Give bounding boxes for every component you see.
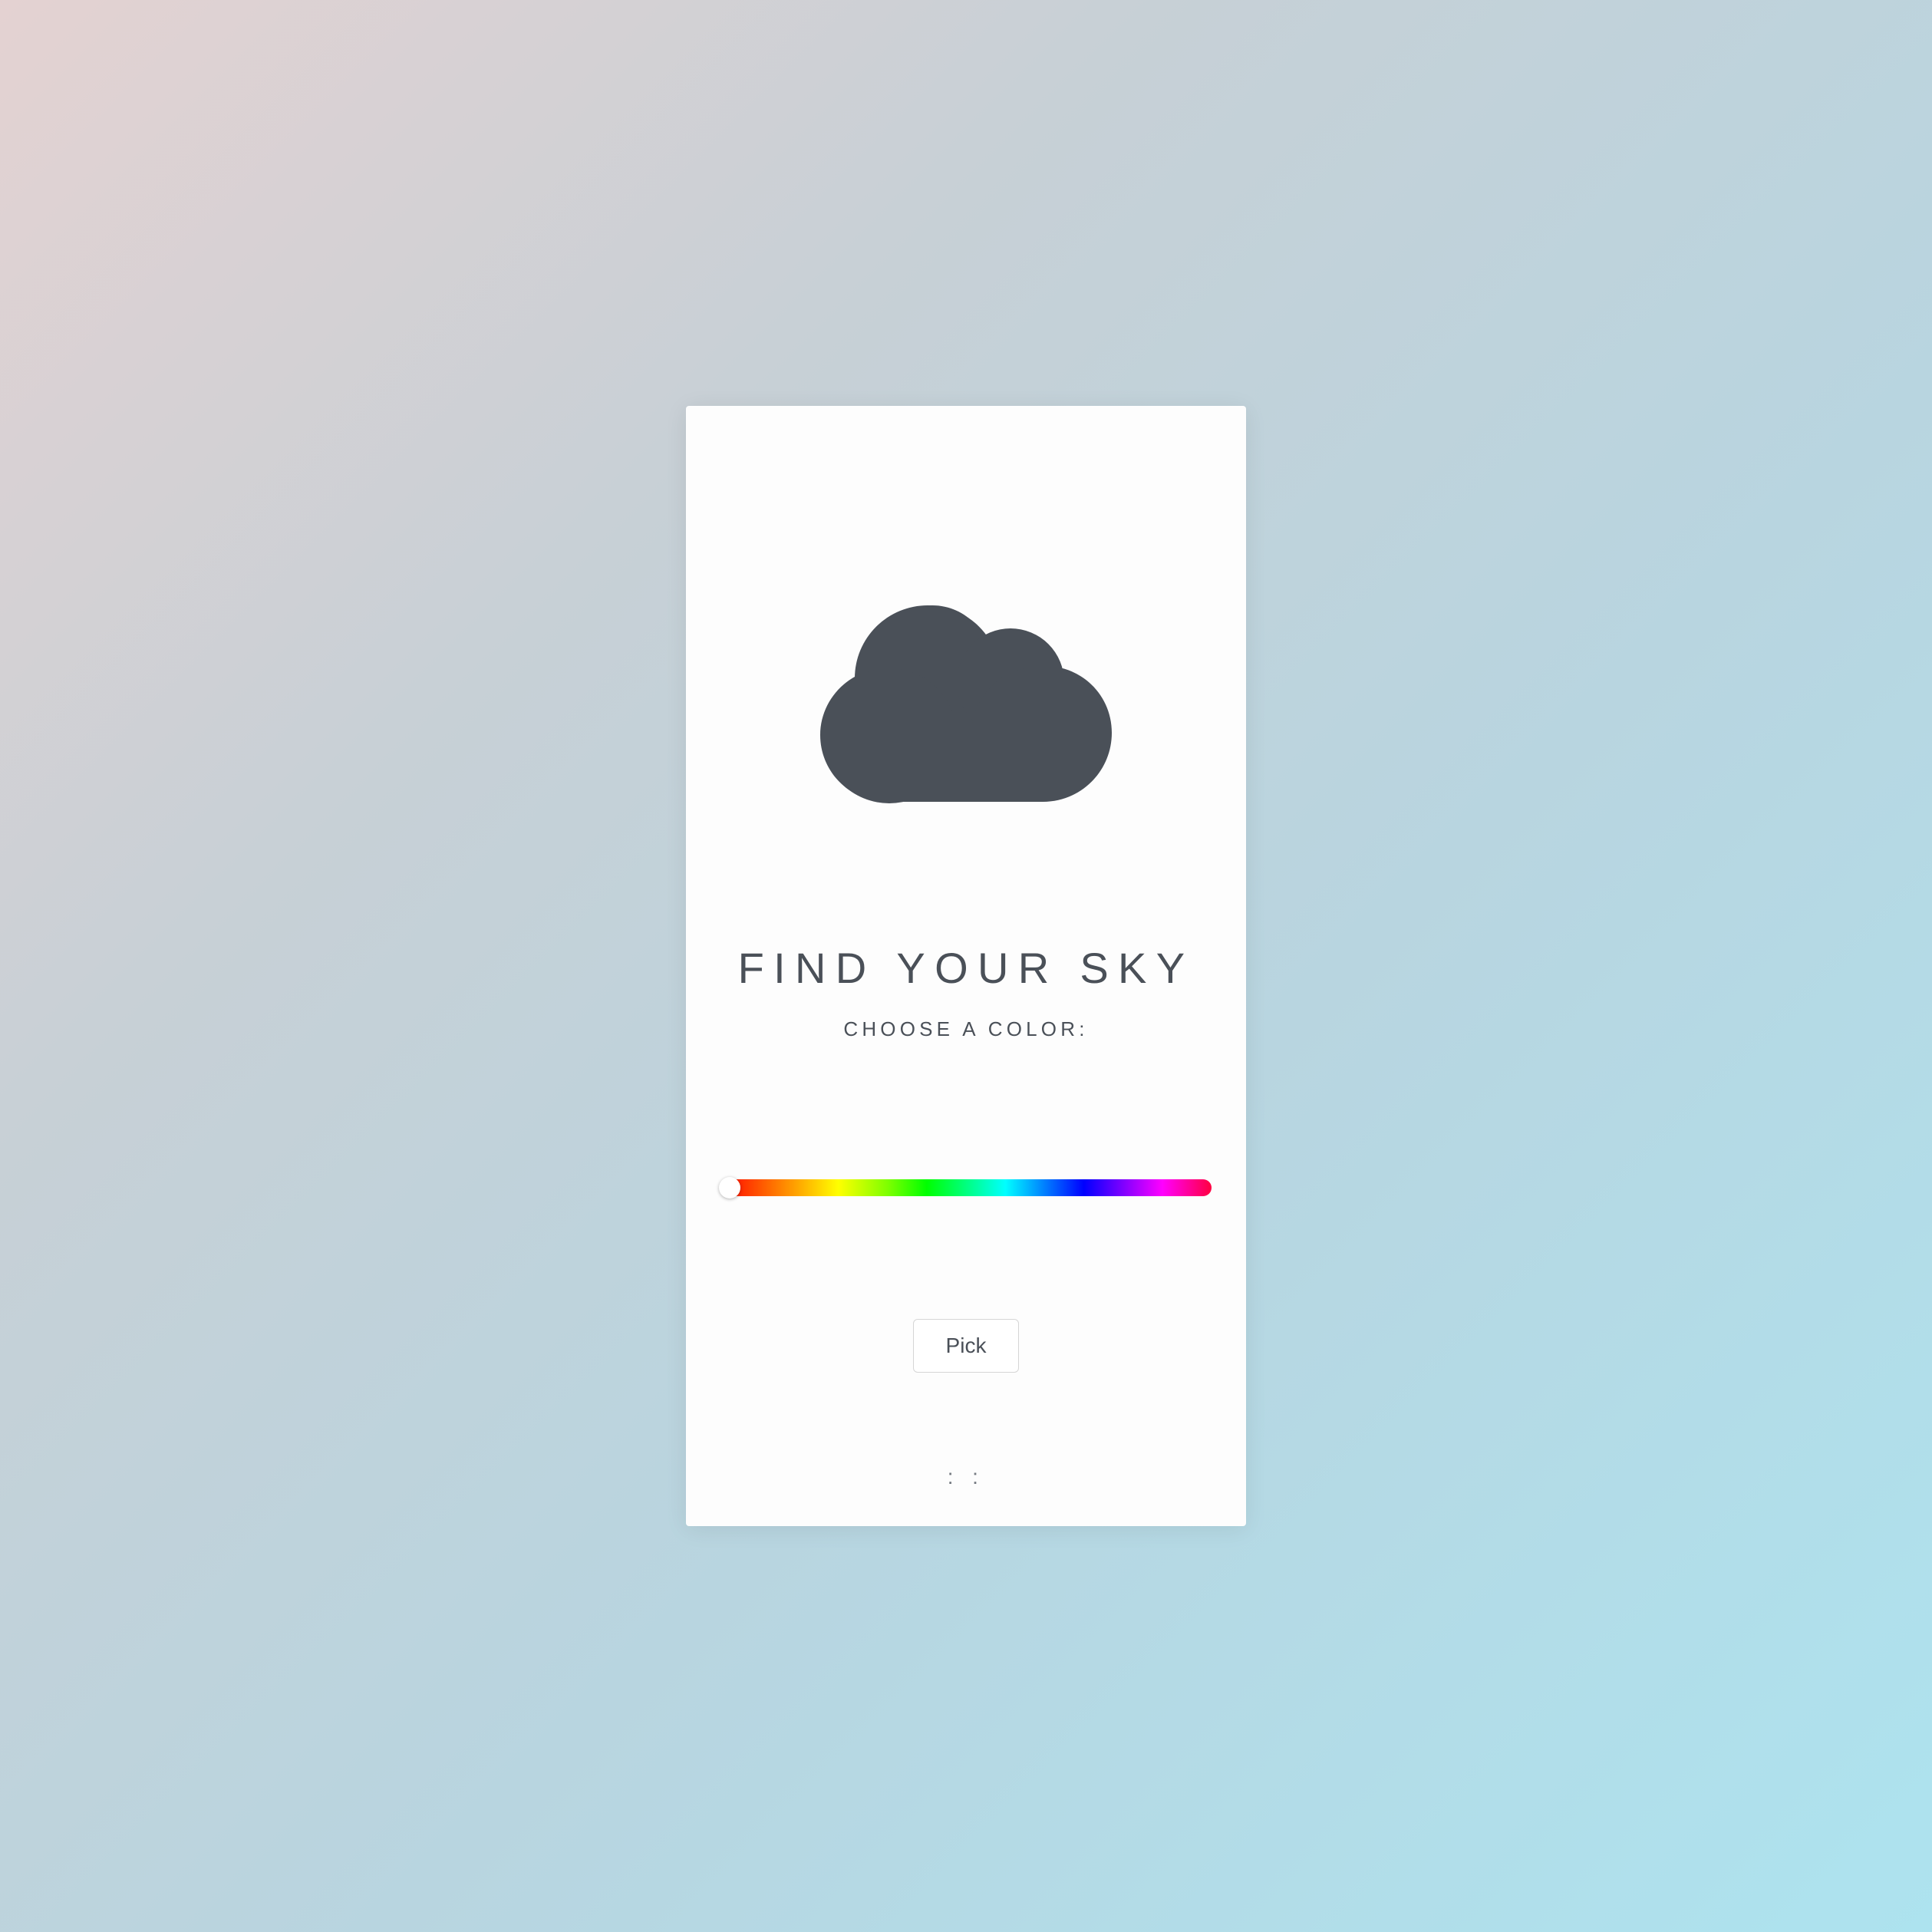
cloud-icon: [820, 605, 1112, 805]
hue-slider[interactable]: [720, 1179, 1212, 1196]
card-title: FIND YOUR SKY: [738, 943, 1195, 993]
color-picker-card: FIND YOUR SKY CHOOSE A COLOR: Pick : :: [686, 406, 1246, 1526]
footer-marker: : :: [948, 1465, 985, 1489]
hue-slider-track: [720, 1179, 1212, 1196]
pick-button[interactable]: Pick: [913, 1319, 1020, 1373]
card-subtitle: CHOOSE A COLOR:: [843, 1017, 1088, 1041]
hue-slider-thumb[interactable]: [719, 1177, 740, 1198]
